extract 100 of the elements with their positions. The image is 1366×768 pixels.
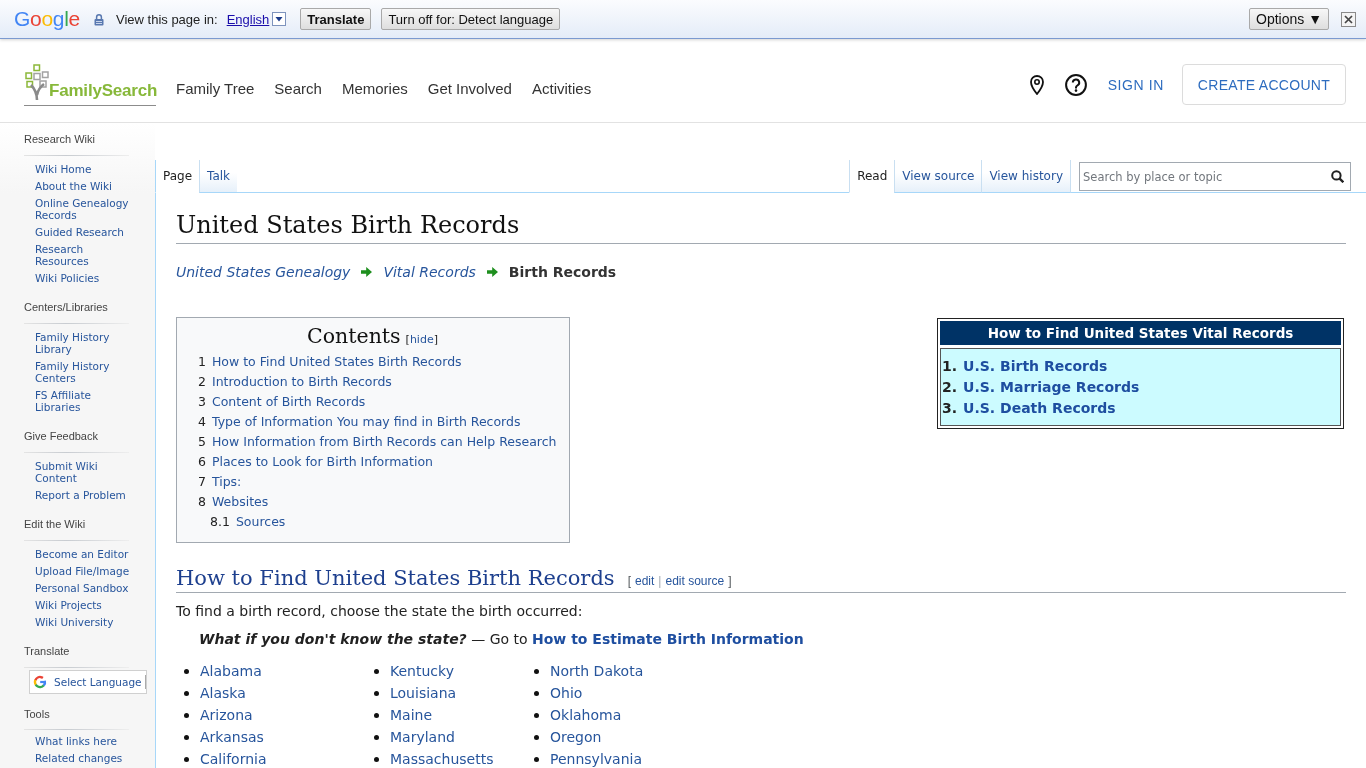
tree-icon xyxy=(24,64,49,100)
toc-link[interactable]: Content of Birth Records xyxy=(211,392,366,412)
sidebar-link[interactable]: Family History Centers xyxy=(35,360,137,384)
sidebar-link[interactable]: About the Wiki xyxy=(35,180,113,192)
toc-number: 8.1 xyxy=(210,513,230,531)
sidebar-link[interactable]: Research Resources xyxy=(35,243,137,267)
state-link[interactable]: Massachusetts xyxy=(390,751,494,767)
state-link[interactable]: Oklahoma xyxy=(550,707,622,723)
infobox-link[interactable]: U.S. Marriage Records xyxy=(963,377,1140,398)
options-button[interactable]: Options ▼ xyxy=(1249,8,1329,30)
google-logo: Google xyxy=(14,7,80,31)
intro-text: To find a birth record, choose the state the birth occurred: xyxy=(176,602,584,621)
edit-link[interactable]: edit xyxy=(634,574,655,588)
nav-link[interactable]: Memories xyxy=(341,80,408,98)
toc-link[interactable]: How Information from Birth Records can Help Research xyxy=(211,432,557,452)
sidebar-heading: Translate xyxy=(23,645,71,658)
sidebar-link[interactable]: FS Affiliate Libraries xyxy=(35,389,137,413)
section-heading: How to Find United States Birth Records xyxy=(176,565,615,592)
nav-link[interactable]: Activities xyxy=(531,80,592,98)
toc-number: 6 xyxy=(198,453,206,471)
sidebar-link[interactable]: Wiki University xyxy=(35,616,114,628)
sidebar-link[interactable]: Become an Editor xyxy=(35,548,129,560)
bullet-icon xyxy=(184,668,189,674)
help-icon[interactable] xyxy=(1064,73,1087,96)
infobox-link[interactable]: U.S. Death Records xyxy=(963,398,1116,419)
breadcrumb-link[interactable]: United States Genealogy xyxy=(176,262,351,282)
breadcrumb-link[interactable]: Vital Records xyxy=(383,262,476,282)
nav-link[interactable]: Get Involved xyxy=(427,80,512,98)
bullet-icon xyxy=(374,668,379,674)
state-link[interactable]: Kentucky xyxy=(390,663,454,679)
translate-button[interactable]: Translate xyxy=(300,8,372,30)
search-field[interactable]: Search by place or topic xyxy=(1079,162,1351,191)
state-link[interactable]: Maryland xyxy=(390,729,455,745)
sidebar-heading: Research Wiki xyxy=(23,133,96,146)
map-pin-icon[interactable] xyxy=(1029,74,1044,95)
nav-link[interactable]: Search xyxy=(274,80,322,98)
toc-link[interactable]: Places to Look for Birth Information xyxy=(211,452,433,472)
create-account-button[interactable]: CREATE ACCOUNT xyxy=(1182,64,1346,105)
toc-number: 1 xyxy=(198,353,206,371)
sidebar-link[interactable]: Wiki Policies xyxy=(35,272,100,284)
bullet-icon xyxy=(374,734,379,740)
toc-link[interactable]: Websites xyxy=(211,492,269,512)
sidebar-link[interactable]: Wiki Home xyxy=(35,163,92,175)
bullet-icon xyxy=(374,690,379,696)
namespace-tab[interactable]: Talk xyxy=(199,160,238,193)
edit-bracket: [ xyxy=(627,574,631,588)
state-link[interactable]: Louisiana xyxy=(390,685,457,701)
breadcrumb-current: Birth Records xyxy=(508,263,617,282)
lock-icon xyxy=(94,12,104,26)
turn-off-button[interactable]: Turn off for: Detect language xyxy=(381,8,561,30)
state-link[interactable]: North Dakota xyxy=(550,663,644,679)
list-number: 2. xyxy=(942,378,958,397)
sidebar-heading: Centers/Libraries xyxy=(23,301,109,314)
sidebar-link[interactable]: Guided Research xyxy=(35,226,124,238)
state-link[interactable]: Arkansas xyxy=(200,729,264,745)
toc-number: 4 xyxy=(198,413,206,431)
bullet-icon xyxy=(534,756,539,762)
language-link[interactable]: English xyxy=(226,11,270,27)
sidebar-link[interactable]: Submit Wiki Content xyxy=(35,460,137,484)
state-link[interactable]: California xyxy=(200,751,267,767)
infobox-link[interactable]: U.S. Birth Records xyxy=(963,356,1108,377)
sidebar-link[interactable]: Upload File/Image xyxy=(35,565,130,577)
toc-number: 3 xyxy=(198,393,206,411)
edit-separator: | xyxy=(658,574,662,588)
view-tab[interactable]: View source xyxy=(894,160,982,193)
hide-toggle[interactable]: [hide] xyxy=(405,333,438,346)
view-tab[interactable]: View history xyxy=(981,160,1070,193)
state-link[interactable]: Alabama xyxy=(200,663,262,679)
toc-link[interactable]: How to Find United States Birth Records xyxy=(211,352,462,372)
sign-in-link[interactable]: SIGN IN xyxy=(1107,76,1164,93)
sidebar-link[interactable]: Online Genealogy Records xyxy=(35,197,137,221)
infobox-title: How to Find United States Vital Records xyxy=(940,321,1341,345)
sidebar-link[interactable]: What links here xyxy=(35,735,117,747)
sidebar-link[interactable]: Family History Library xyxy=(35,331,137,355)
list-number: 1. xyxy=(942,357,958,376)
nav-link[interactable]: Family Tree xyxy=(176,80,255,98)
sidebar-link[interactable]: Wiki Projects xyxy=(35,599,102,611)
language-select[interactable]: Select Language xyxy=(29,670,147,694)
toc-link[interactable]: Tips: xyxy=(211,472,242,492)
state-link[interactable]: Pennsylvania xyxy=(550,751,642,767)
toc-link[interactable]: Type of Information You may find in Birth Records xyxy=(211,412,521,432)
state-link[interactable]: Alaska xyxy=(200,685,246,701)
bullet-icon xyxy=(184,690,189,696)
edit-link[interactable]: edit source xyxy=(665,574,725,588)
sidebar-link[interactable]: Report a Problem xyxy=(35,489,126,501)
sidebar-link[interactable]: Personal Sandbox xyxy=(35,582,129,594)
translate-prompt: View this page in: xyxy=(116,11,218,27)
dropdown-icon[interactable] xyxy=(272,12,287,26)
close-icon[interactable] xyxy=(1341,11,1356,27)
search-icon[interactable] xyxy=(1331,170,1344,183)
state-link[interactable]: Ohio xyxy=(550,685,583,701)
sidebar-heading: Tools xyxy=(23,708,51,721)
sidebar-link[interactable]: Related changes xyxy=(35,752,123,764)
toc-link[interactable]: Introduction to Birth Records xyxy=(211,372,392,392)
bullet-icon xyxy=(534,734,539,740)
toc-link[interactable]: Sources xyxy=(235,512,286,532)
state-link[interactable]: Arizona xyxy=(200,707,253,723)
state-link[interactable]: Maine xyxy=(390,707,433,723)
estimate-link[interactable]: How to Estimate Birth Information xyxy=(532,631,804,647)
state-link[interactable]: Oregon xyxy=(550,729,602,745)
